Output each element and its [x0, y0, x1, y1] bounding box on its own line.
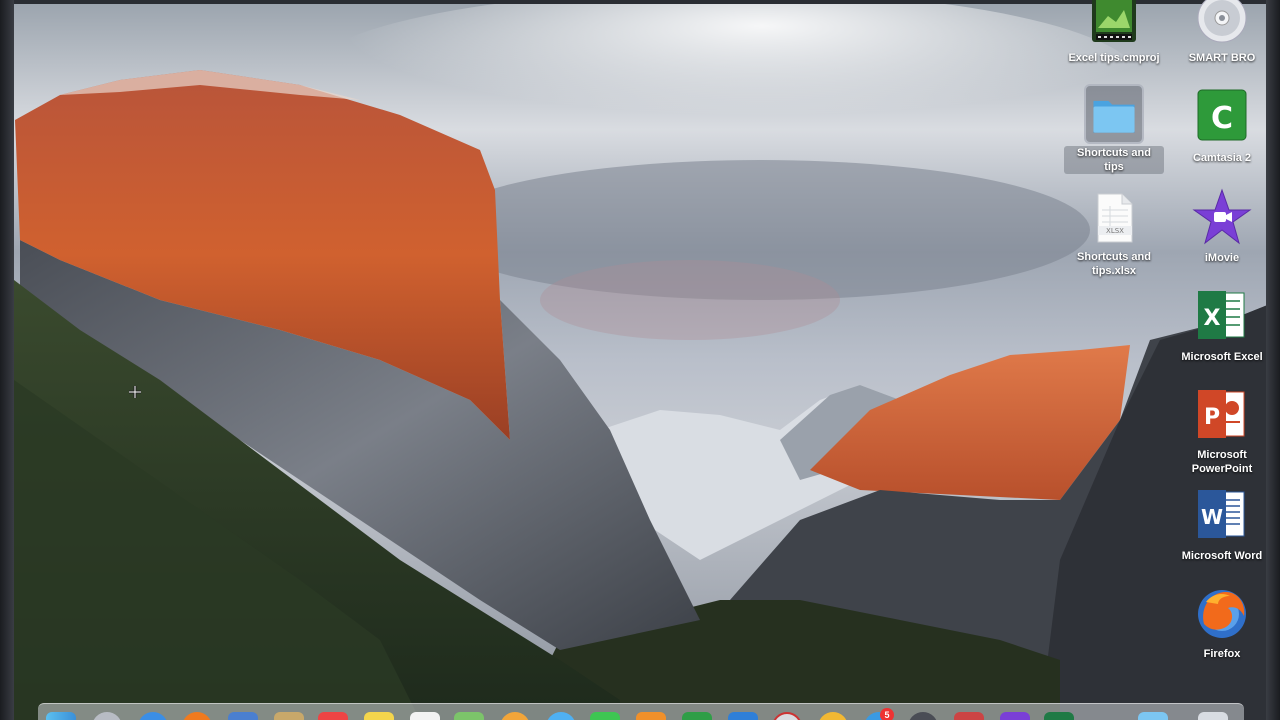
desktop-icon-label: Firefox — [1203, 648, 1241, 660]
facetime-icon[interactable] — [590, 712, 620, 720]
desktop-icon-label: Microsoft Excel — [1181, 351, 1263, 363]
system-preferences-icon[interactable] — [772, 712, 802, 720]
svg-text:X: X — [1204, 306, 1221, 331]
desktop-icon-excel-tips-cmproj[interactable]: Excel tips.cmproj — [1064, 0, 1164, 66]
ibooks-icon[interactable] — [636, 712, 666, 720]
desktop-icon-label: iMovie — [1204, 252, 1240, 264]
safari-icon[interactable] — [138, 712, 168, 720]
desktop-icon-smart-bro[interactable]: SMART BRO — [1172, 0, 1272, 66]
photo-booth-icon[interactable] — [908, 712, 938, 720]
maps-icon[interactable] — [454, 712, 484, 720]
desktop-icon-label: SMART BRO — [1188, 52, 1256, 64]
desktop-icon-label: Microsoft PowerPoint — [1191, 449, 1253, 475]
desktop-icon-shortcuts-folder[interactable]: Shortcuts and tips — [1064, 84, 1164, 175]
folder-icon[interactable] — [1138, 712, 1168, 720]
powerpoint-icon: P — [1192, 386, 1252, 446]
desktop-icon-powerpoint[interactable]: P Microsoft PowerPoint — [1172, 386, 1272, 477]
finder-icon[interactable] — [46, 712, 76, 720]
messages-icon[interactable] — [546, 712, 576, 720]
desktop-icon-label: Shortcuts and tips.xlsx — [1077, 251, 1151, 277]
camtasia-icon[interactable] — [954, 712, 984, 720]
mail-icon[interactable] — [228, 712, 258, 720]
desktop-icon-word[interactable]: W Microsoft Word — [1172, 486, 1272, 564]
desktop-icon-shortcuts-xlsx[interactable]: XLSX Shortcuts and tips.xlsx — [1064, 188, 1164, 279]
desktop-icon-label: Excel tips.cmproj — [1068, 52, 1160, 64]
trash-icon[interactable] — [1198, 712, 1228, 720]
desktop-icon-imovie[interactable]: iMovie — [1172, 188, 1272, 266]
svg-text:W: W — [1201, 505, 1223, 529]
calendar-icon[interactable] — [318, 712, 348, 720]
word-icon: W — [1192, 486, 1252, 546]
svg-text:P: P — [1204, 405, 1220, 430]
imovie-icon — [1192, 188, 1252, 248]
itunes-icon[interactable] — [818, 712, 848, 720]
desktop-icon-excel[interactable]: X Microsoft Excel — [1172, 287, 1272, 365]
app-store-icon[interactable] — [728, 712, 758, 720]
textedit-icon[interactable] — [410, 712, 440, 720]
xlsx-document-icon: XLSX — [1084, 188, 1144, 248]
notes-icon[interactable] — [274, 712, 304, 720]
move-cursor-icon — [129, 386, 141, 398]
folder-icon — [1084, 84, 1144, 144]
desktop-icon-firefox[interactable]: Firefox — [1172, 584, 1272, 662]
notification-badge: 5 — [880, 708, 894, 720]
desktop-icon-camtasia[interactable]: C Camtasia 2 — [1172, 88, 1272, 166]
excel-icon[interactable] — [1044, 712, 1074, 720]
desktop-icon-label: Camtasia 2 — [1192, 152, 1252, 164]
launchpad-icon[interactable] — [92, 712, 122, 720]
svg-text:C: C — [1211, 101, 1233, 136]
excel-icon: X — [1192, 287, 1252, 347]
firefox-icon[interactable] — [182, 712, 212, 720]
disc-drive-icon — [1192, 0, 1252, 48]
camtasia-project-icon — [1084, 0, 1144, 48]
firefox-icon — [1192, 584, 1252, 644]
screen-frame-left — [0, 0, 14, 720]
camtasia-icon: C — [1192, 88, 1252, 148]
xlsx-badge: XLSX — [1106, 227, 1124, 235]
numbers-icon[interactable] — [682, 712, 712, 720]
stickies-icon[interactable] — [364, 712, 394, 720]
chrome-icon[interactable]: 5 — [864, 708, 894, 720]
dock: 5 — [38, 703, 1244, 720]
imovie-icon[interactable] — [1000, 712, 1030, 720]
desktop[interactable]: Excel tips.cmproj SMART BRO Shortcuts an… — [0, 0, 1280, 720]
photos-icon[interactable] — [500, 712, 530, 720]
desktop-icon-label: Shortcuts and tips — [1064, 146, 1164, 174]
desktop-icon-label: Microsoft Word — [1181, 550, 1263, 562]
